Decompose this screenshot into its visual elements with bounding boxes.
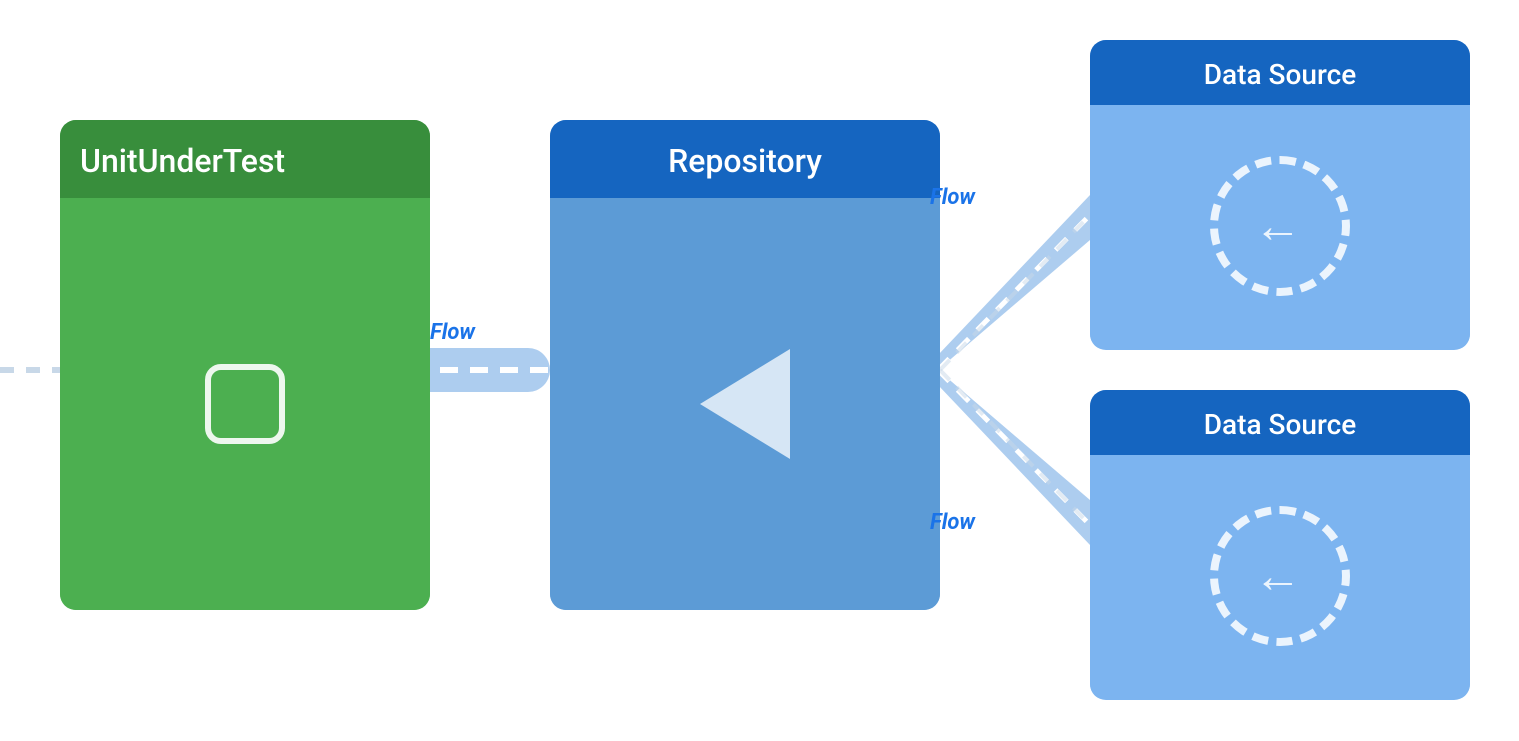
data-source-bottom-header: Data Source <box>1090 390 1470 455</box>
data-source-bottom-body: ← <box>1090 455 1470 697</box>
data-source-top-header: Data Source <box>1090 40 1470 105</box>
unit-under-test-header: UnitUnderTest <box>60 120 430 198</box>
diagram-container: UnitUnderTest Flow Repository Flow Flow … <box>0 0 1519 741</box>
flow-label-main: Flow <box>430 320 475 345</box>
unit-under-test-label: UnitUnderTest <box>80 142 285 180</box>
data-source-bottom-arrow: ← <box>1254 552 1302 600</box>
data-source-top-arrow: ← <box>1254 202 1302 250</box>
data-source-top-circle: ← <box>1210 156 1350 296</box>
repository-header: Repository <box>550 120 940 198</box>
repository-triangle-icon <box>700 349 790 459</box>
data-source-bottom-label: Data Source <box>1204 408 1356 441</box>
repository-body <box>550 198 940 610</box>
data-source-bottom-box: Data Source ← <box>1090 390 1470 700</box>
data-source-top-box: Data Source ← <box>1090 40 1470 350</box>
unit-under-test-body <box>60 198 430 610</box>
unit-under-test-box: UnitUnderTest <box>60 120 430 610</box>
flow-label-bottom: Flow <box>930 510 975 535</box>
data-source-top-label: Data Source <box>1204 58 1356 91</box>
unit-square-icon <box>205 364 285 444</box>
repository-label: Repository <box>668 142 822 180</box>
flow-label-top: Flow <box>930 185 975 210</box>
data-source-top-body: ← <box>1090 105 1470 347</box>
data-source-bottom-circle: ← <box>1210 506 1350 646</box>
repository-box: Repository <box>550 120 940 610</box>
